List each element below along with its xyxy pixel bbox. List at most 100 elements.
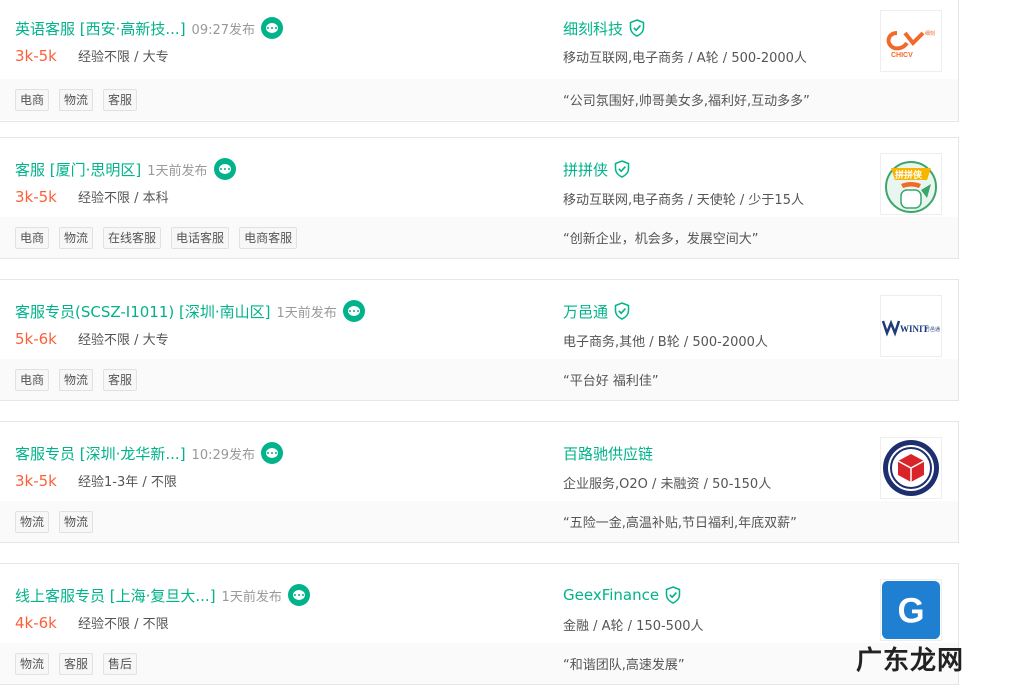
pinpinxia-mascot-icon[interactable]: 拼拼侠 xyxy=(880,153,942,215)
job-requirements: 经验1-3年 / 不限 xyxy=(78,475,177,490)
tag[interactable]: 物流 xyxy=(59,89,94,111)
job-card[interactable]: 客服专员 [深圳·龙华新...] 10:29发布 3k-5k 经验1-3年 / … xyxy=(0,421,959,543)
company-name-row: 万邑通 xyxy=(563,297,630,325)
job-requirements: 经验不限 / 本科 xyxy=(78,191,169,206)
tag[interactable]: 物流 xyxy=(15,653,50,675)
salary-row: 3k-5k 经验1-3年 / 不限 xyxy=(15,471,177,491)
site-watermark: 广东龙网 xyxy=(856,646,965,676)
company-quote: “和谐团队,高速发展” xyxy=(563,658,685,673)
company-name-link[interactable]: 拼拼侠 xyxy=(563,159,608,180)
job-card[interactable]: 线上客服专员 [上海·复旦大...] 1天前发布 4k-6k 经验不限 / 不限… xyxy=(0,563,959,685)
tag-list: 物流 客服 售后 xyxy=(15,653,138,675)
salary: 4k-6k xyxy=(15,613,57,632)
publish-time: 1天前发布 xyxy=(147,163,208,179)
job-card[interactable]: 客服 [厦门·思明区] 1天前发布 3k-5k 经验不限 / 本科 拼拼侠 移动… xyxy=(0,137,959,259)
tag[interactable]: 客服 xyxy=(103,89,138,111)
chat-icon[interactable] xyxy=(287,584,310,606)
tag[interactable]: 售后 xyxy=(103,653,138,675)
verified-shield-icon xyxy=(665,586,681,604)
verified-shield-icon xyxy=(614,160,630,178)
tag[interactable]: 物流 xyxy=(59,227,94,249)
chat-icon[interactable] xyxy=(261,442,284,464)
job-title-link[interactable]: 客服 [厦门·思明区] xyxy=(15,159,141,180)
publish-time: 1天前发布 xyxy=(276,305,337,321)
tag[interactable]: 电话客服 xyxy=(171,227,230,249)
salary: 3k-5k xyxy=(15,471,57,490)
company-info: 移动互联网,电子商务 / A轮 / 500-2000人 xyxy=(563,51,807,66)
tag-list: 电商 物流 客服 xyxy=(15,369,138,391)
tag-list: 电商 物流 在线客服 电话客服 电商客服 xyxy=(15,227,298,249)
company-quote: “五险一金,高温补贴,节日福利,年底双薪” xyxy=(563,516,797,531)
job-title-row: 线上客服专员 [上海·复旦大...] 1天前发布 xyxy=(15,581,310,609)
salary-row: 3k-5k 经验不限 / 大专 xyxy=(15,46,169,66)
tag[interactable]: 电商 xyxy=(15,369,50,391)
company-quote: “公司氛围好,帅哥美女多,福利好,互动多多” xyxy=(563,94,810,109)
salary-row: 4k-6k 经验不限 / 不限 xyxy=(15,613,169,633)
tag[interactable]: 电商客服 xyxy=(239,227,298,249)
cube-circle-logo-icon[interactable] xyxy=(880,437,942,499)
tag[interactable]: 客服 xyxy=(103,369,138,391)
job-title-row: 客服 [厦门·思明区] 1天前发布 xyxy=(15,155,236,183)
card-bottom-band: 电商 物流 在线客服 电话客服 电商客服 “创新企业，机会多，发展空间大” xyxy=(0,217,958,258)
job-title-row: 英语客服 [西安·高新技...] 09:27发布 xyxy=(15,14,284,42)
tag[interactable]: 电商 xyxy=(15,227,50,249)
job-card[interactable]: 英语客服 [西安·高新技...] 09:27发布 3k-5k 经验不限 / 大专… xyxy=(0,0,959,122)
chat-icon[interactable] xyxy=(261,17,284,39)
card-bottom-band: 电商 物流 客服 “平台好 福利佳” xyxy=(0,359,958,400)
tag[interactable]: 电商 xyxy=(15,89,50,111)
logo-text: 拼拼侠 xyxy=(895,169,923,181)
job-title-row: 客服专员 [深圳·龙华新...] 10:29发布 xyxy=(15,439,284,467)
job-title-row: 客服专员(SCSZ-I1011) [深圳·南山区] 1天前发布 xyxy=(15,297,365,325)
job-requirements: 经验不限 / 大专 xyxy=(78,333,169,348)
logo-small-text: 细刻 xyxy=(925,30,935,37)
company-info: 电子商务,其他 / B轮 / 500-2000人 xyxy=(563,335,768,350)
geex-g-logo-icon[interactable]: G xyxy=(880,579,942,641)
salary: 3k-5k xyxy=(15,187,57,206)
logo-text: CHICV xyxy=(891,52,913,59)
salary: 5k-6k xyxy=(15,329,57,348)
job-title-link[interactable]: 客服专员(SCSZ-I1011) [深圳·南山区] xyxy=(15,301,270,322)
company-name-row: 拼拼侠 xyxy=(563,155,630,183)
chicv-logo-icon[interactable]: CHICV 细刻 xyxy=(880,10,942,72)
tag[interactable]: 客服 xyxy=(59,653,94,675)
company-name-link[interactable]: GeexFinance xyxy=(563,586,659,604)
job-title-link[interactable]: 线上客服专员 [上海·复旦大...] xyxy=(15,585,216,606)
company-quote: “平台好 福利佳” xyxy=(563,374,659,389)
job-title-link[interactable]: 客服专员 [深圳·龙华新...] xyxy=(15,443,186,464)
logo-text: G xyxy=(897,592,924,631)
tag[interactable]: 物流 xyxy=(15,511,50,533)
winit-logo-icon[interactable]: WINIT 万邑通 xyxy=(880,295,942,357)
publish-time: 09:27发布 xyxy=(191,22,256,38)
company-quote: “创新企业，机会多，发展空间大” xyxy=(563,232,759,247)
job-title-link[interactable]: 英语客服 [西安·高新技...] xyxy=(15,18,186,39)
publish-time: 1天前发布 xyxy=(221,589,282,605)
salary-row: 5k-6k 经验不限 / 大专 xyxy=(15,329,169,349)
company-info: 金融 / A轮 / 150-500人 xyxy=(563,619,704,634)
chat-icon[interactable] xyxy=(342,300,365,322)
tag[interactable]: 物流 xyxy=(59,511,94,533)
company-name-link[interactable]: 百路驰供应链 xyxy=(563,443,653,464)
tag-list: 物流 物流 xyxy=(15,511,94,533)
company-name-row: 细刻科技 xyxy=(563,14,645,42)
company-info: 移动互联网,电子商务 / 天使轮 / 少于15人 xyxy=(563,193,804,208)
verified-shield-icon xyxy=(614,302,630,320)
tag-list: 电商 物流 客服 xyxy=(15,89,138,111)
verified-shield-icon xyxy=(629,19,645,37)
company-name-link[interactable]: 细刻科技 xyxy=(563,18,623,39)
company-info: 企业服务,O2O / 未融资 / 50-150人 xyxy=(563,477,772,492)
salary: 3k-5k xyxy=(15,46,57,65)
chat-icon[interactable] xyxy=(213,158,236,180)
logo-small-text: 万邑通 xyxy=(925,326,940,333)
company-name-row: GeexFinance xyxy=(563,581,681,609)
card-bottom-band: 物流 物流 “五险一金,高温补贴,节日福利,年底双薪” xyxy=(0,501,958,542)
company-name-row: 百路驰供应链 xyxy=(563,439,653,467)
salary-row: 3k-5k 经验不限 / 本科 xyxy=(15,187,169,207)
card-bottom-band: 电商 物流 客服 “公司氛围好,帅哥美女多,福利好,互动多多” xyxy=(0,79,958,120)
card-bottom-band: 物流 客服 售后 “和谐团队,高速发展” xyxy=(0,643,958,684)
publish-time: 10:29发布 xyxy=(191,447,256,463)
job-requirements: 经验不限 / 大专 xyxy=(78,50,169,65)
company-name-link[interactable]: 万邑通 xyxy=(563,301,608,322)
job-card[interactable]: 客服专员(SCSZ-I1011) [深圳·南山区] 1天前发布 5k-6k 经验… xyxy=(0,279,959,401)
tag[interactable]: 物流 xyxy=(59,369,94,391)
tag[interactable]: 在线客服 xyxy=(103,227,162,249)
